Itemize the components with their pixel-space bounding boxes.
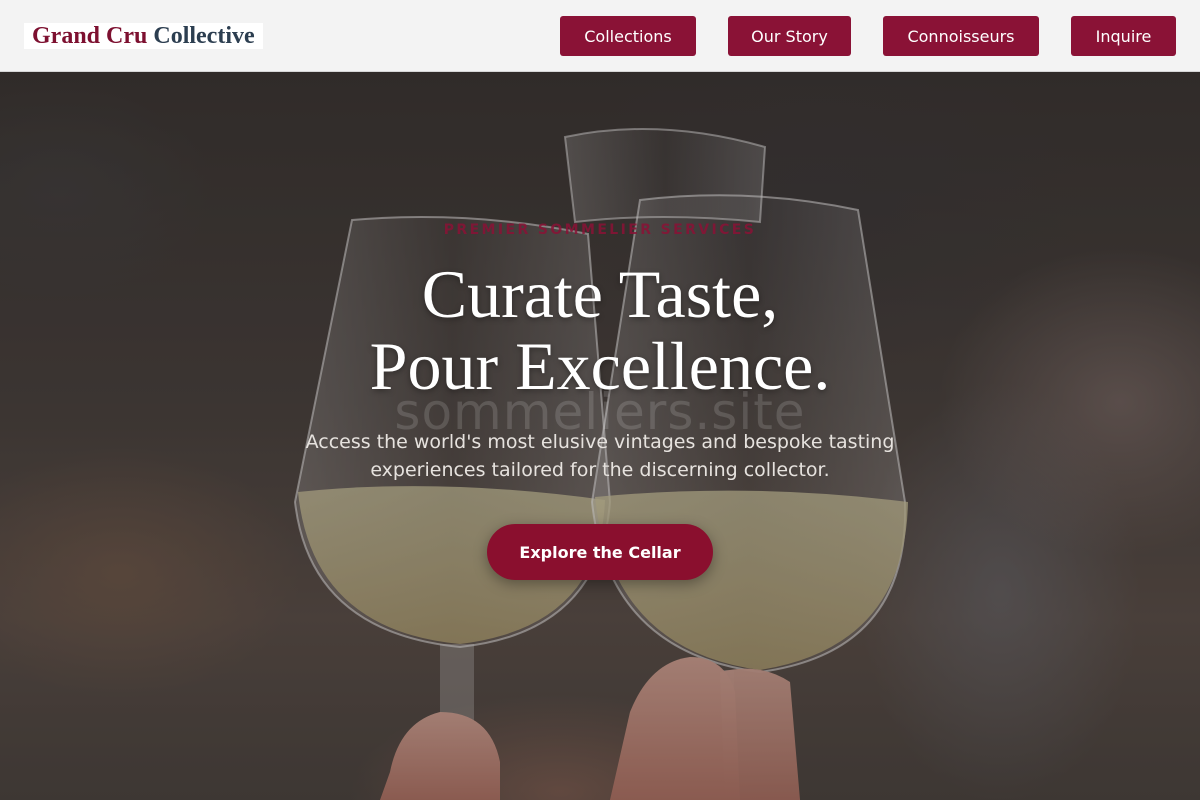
brand-name-part2: Collective bbox=[153, 23, 255, 49]
nav-connoisseurs-button[interactable]: Connoisseurs bbox=[883, 16, 1039, 56]
brand-name-part1: Grand Cru bbox=[32, 23, 148, 49]
nav-inquire-button[interactable]: Inquire bbox=[1071, 16, 1176, 56]
nav-collections-button[interactable]: Collections bbox=[560, 16, 696, 56]
hero-headline: Curate Taste, Pour Excellence. bbox=[0, 258, 1200, 402]
hero-eyebrow: PREMIER SOMMELIER SERVICES bbox=[443, 222, 757, 238]
hero-headline-line1: Curate Taste, bbox=[421, 256, 779, 332]
explore-cellar-button[interactable]: Explore the Cellar bbox=[487, 524, 713, 580]
brand-logo[interactable]: Grand Cru Collective bbox=[24, 23, 263, 49]
hero-subtitle: Access the world's most elusive vintages… bbox=[305, 431, 895, 481]
nav-our-story-button[interactable]: Our Story bbox=[728, 16, 851, 56]
site-header: Grand Cru Collective Collections Our Sto… bbox=[0, 0, 1200, 72]
